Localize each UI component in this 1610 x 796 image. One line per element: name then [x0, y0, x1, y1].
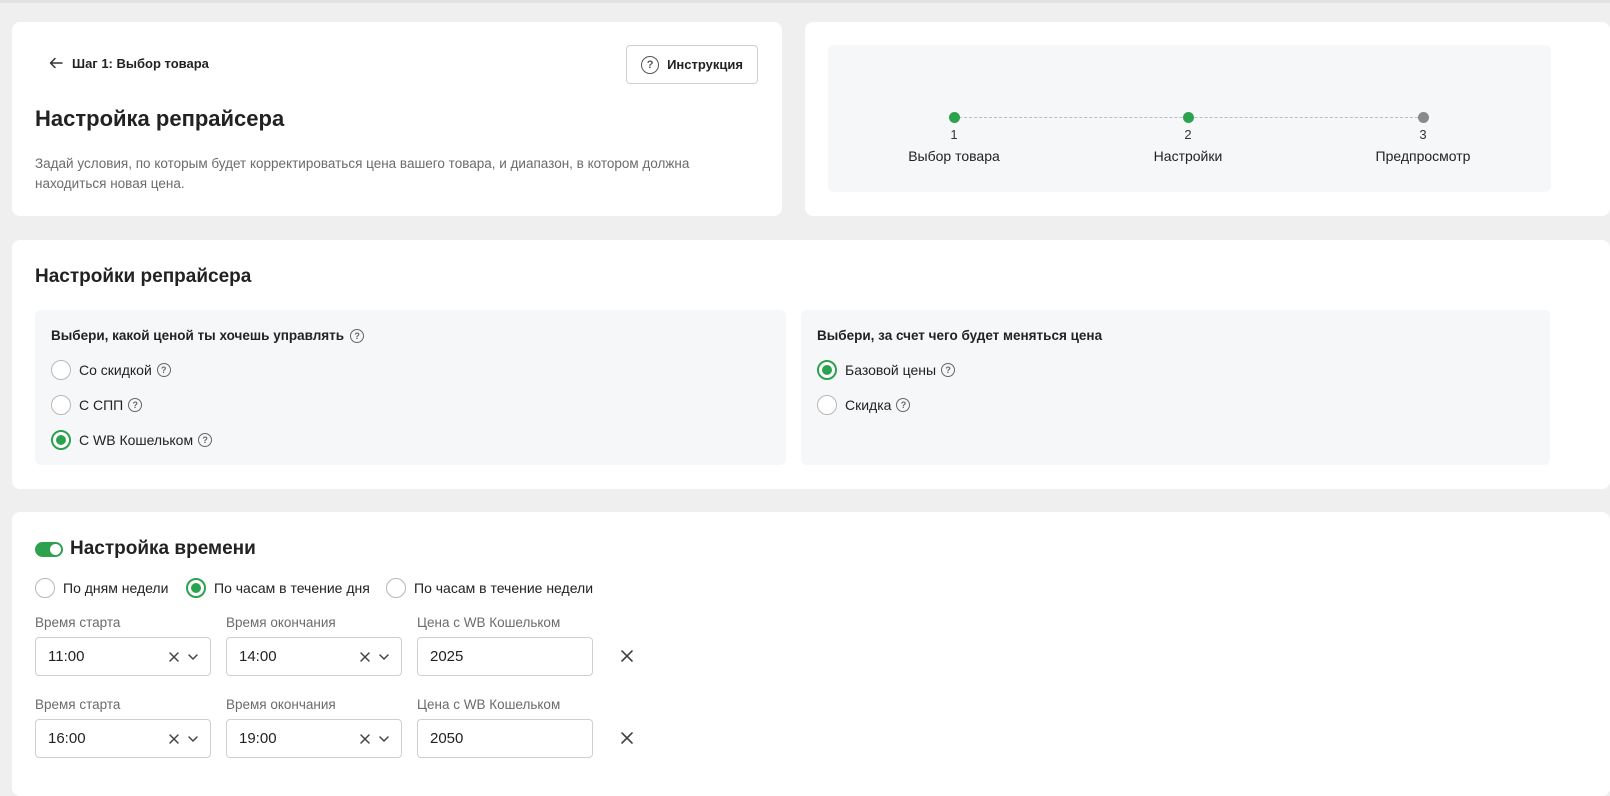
mode-by-hours-day[interactable]: По часам в течение дня	[186, 578, 370, 598]
radio-button[interactable]	[817, 395, 837, 415]
radio-label: С СПП	[79, 397, 124, 413]
instruction-button[interactable]: ? Инструкция	[626, 45, 758, 84]
radio-label: По дням недели	[63, 580, 169, 596]
chevron-down-icon[interactable]	[378, 734, 390, 744]
start-time-label: Время старта	[35, 615, 121, 630]
start-time-select[interactable]: 16:00	[35, 719, 211, 758]
question-icon[interactable]: ?	[198, 433, 213, 447]
mode-by-weekdays[interactable]: По дням недели	[35, 578, 168, 598]
step-3: 3 Предпросмотр	[1353, 112, 1493, 164]
radio-label: Базовой цены	[845, 362, 937, 378]
header-card: Шаг 1: Выбор товара ? Инструкция Настрой…	[12, 22, 782, 216]
price-type-title-text: Выбери, какой ценой ты хочешь управлять	[51, 328, 345, 343]
question-icon[interactable]: ?	[350, 328, 365, 343]
start-time-select[interactable]: 11:00	[35, 637, 211, 676]
mode-by-hours-week[interactable]: По часам в течение недели	[386, 578, 593, 598]
price-type-title: Выбери, какой ценой ты хочешь управлять …	[51, 328, 365, 343]
step-dot	[948, 112, 960, 123]
question-icon: ?	[641, 55, 660, 74]
price-input[interactable]	[417, 719, 593, 758]
radio-button-selected[interactable]	[186, 578, 206, 598]
radio-button-selected[interactable]	[51, 430, 71, 450]
chevron-down-icon[interactable]	[378, 652, 390, 662]
clear-icon[interactable]	[358, 650, 372, 664]
question-icon[interactable]: ?	[128, 398, 143, 412]
radio-label: По часам в течение недели	[414, 580, 594, 596]
stepper-card: 1 Выбор товара 2 Настройки 3 Предпросмот…	[805, 22, 1610, 216]
radio-button[interactable]	[386, 578, 406, 598]
select-value: 19:00	[239, 730, 277, 747]
page-title: Настройка репрайсера	[35, 106, 285, 131]
radio-label: Со скидкой	[79, 362, 152, 378]
end-time-select[interactable]: 19:00	[226, 719, 402, 758]
question-icon[interactable]: ?	[941, 363, 956, 377]
end-time-label: Время окончания	[226, 697, 336, 712]
select-value: 14:00	[239, 648, 277, 665]
step-dot	[1417, 112, 1429, 123]
radio-button[interactable]	[51, 395, 71, 415]
change-by-title: Выбери, за счет чего будет меняться цена	[817, 328, 1103, 343]
clear-icon[interactable]	[167, 650, 181, 664]
arrow-left-icon	[49, 57, 63, 69]
back-link-label: Шаг 1: Выбор товара	[72, 55, 209, 71]
radio-with-spp[interactable]: С СПП?	[51, 395, 143, 415]
remove-row-icon[interactable]	[619, 648, 635, 664]
end-time-label: Время окончания	[226, 615, 336, 630]
change-by-panel: Выбери, за счет чего будет меняться цена…	[801, 310, 1550, 465]
step-number: 1	[950, 127, 958, 142]
instruction-button-label: Инструкция	[667, 57, 743, 72]
price-input[interactable]	[417, 637, 593, 676]
radio-button[interactable]	[35, 578, 55, 598]
radio-label: Скидка	[845, 397, 892, 413]
radio-button[interactable]	[51, 360, 71, 380]
repricer-settings-card: Настройки репрайсера Выбери, какой ценой…	[12, 240, 1610, 489]
step-1: 1 Выбор товара	[884, 112, 1024, 164]
clear-icon[interactable]	[358, 732, 372, 746]
top-divider	[0, 0, 1610, 3]
end-time-select[interactable]: 14:00	[226, 637, 402, 676]
clear-icon[interactable]	[167, 732, 181, 746]
step-2: 2 Настройки	[1118, 112, 1258, 164]
radio-button-selected[interactable]	[817, 360, 837, 380]
price-label: Цена с WB Кошельком	[417, 697, 561, 712]
step-label: Предпросмотр	[1375, 148, 1471, 164]
back-link[interactable]: Шаг 1: Выбор товара	[48, 55, 209, 71]
stepper: 1 Выбор товара 2 Настройки 3 Предпросмот…	[828, 45, 1551, 192]
section-title: Настройки репрайсера	[35, 266, 252, 287]
question-icon[interactable]: ?	[896, 398, 911, 412]
remove-row-icon[interactable]	[619, 730, 635, 746]
radio-label: С WB Кошельком	[79, 432, 194, 448]
time-settings-toggle[interactable]	[35, 542, 63, 557]
step-number: 2	[1184, 127, 1192, 142]
select-value: 11:00	[48, 648, 85, 665]
step-label: Выбор товара	[908, 148, 1000, 164]
step-number: 3	[1419, 127, 1427, 142]
chevron-down-icon[interactable]	[187, 652, 199, 662]
radio-discount[interactable]: Скидка?	[817, 395, 911, 415]
step-label: Настройки	[1153, 148, 1223, 164]
radio-label: По часам в течение дня	[214, 580, 370, 596]
time-settings-title: Настройка времени	[70, 538, 256, 559]
start-time-label: Время старта	[35, 697, 121, 712]
price-label: Цена с WB Кошельком	[417, 615, 561, 630]
chevron-down-icon[interactable]	[187, 734, 199, 744]
select-value: 16:00	[48, 730, 86, 747]
radio-with-wb-wallet[interactable]: С WB Кошельком?	[51, 430, 213, 450]
radio-with-discount[interactable]: Со скидкой?	[51, 360, 171, 380]
time-settings-card: Настройка времени По дням недели По часа…	[12, 512, 1610, 796]
question-icon[interactable]: ?	[156, 363, 171, 377]
page-description: Задай условия, по которым будет корректи…	[35, 156, 690, 191]
price-type-panel: Выбери, какой ценой ты хочешь управлять …	[35, 310, 786, 465]
radio-base-price[interactable]: Базовой цены?	[817, 360, 956, 380]
step-dot	[1182, 112, 1194, 123]
